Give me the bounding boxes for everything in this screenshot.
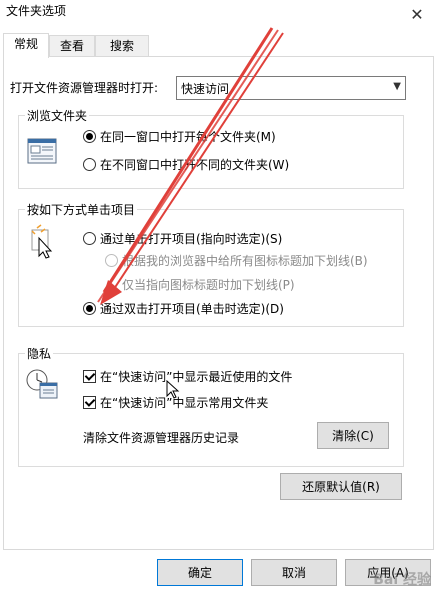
privacy-title: 隐私 xyxy=(25,345,54,362)
show-recent-files-checkbox[interactable]: 在“快速访问”中显示最近使用的文件 xyxy=(83,368,292,385)
frequent-folders-label: 在“快速访问”中显示常用文件夹 xyxy=(100,396,269,410)
close-button[interactable]: ✕ xyxy=(395,0,439,28)
open-explorer-select[interactable]: 快速访问 ▼ xyxy=(176,76,406,100)
radio-button-disabled[interactable] xyxy=(105,254,118,267)
clear-button[interactable]: 清除(C) xyxy=(317,422,389,449)
pointer-icon xyxy=(31,224,53,259)
single-click-label: 通过单击打开项目(指向时选定)(S) xyxy=(100,232,283,246)
general-panel: 打开文件资源管理器时打开: 快速访问 ▼ 浏览文件夹 在同一窗口中打开每个文件夹… xyxy=(3,56,434,550)
radio-button[interactable] xyxy=(83,158,96,171)
privacy-group: 隐私 在“快速访问”中显示最近使用的文件 在“快速访问”中显示常用文件夹 清除文… xyxy=(18,345,404,467)
clear-history-label: 清除文件资源管理器历史记录 xyxy=(83,431,240,445)
underline-all-label: 根据我的浏览器中给所有图标标题加下划线(B) xyxy=(122,254,368,268)
double-click-label: 通过双击打开项目(单击时选定)(D) xyxy=(100,302,284,316)
mouse-cursor-icon xyxy=(166,380,180,399)
radio-new-window[interactable]: 在不同窗口中打开不同的文件夹(W) xyxy=(83,156,289,173)
radio-button[interactable] xyxy=(83,232,96,245)
apply-button[interactable]: 应用(A) xyxy=(345,559,431,586)
click-items-title: 按如下方式单击项目 xyxy=(25,201,138,218)
radio-same-window[interactable]: 在同一窗口中打开每个文件夹(M) xyxy=(83,128,276,145)
radio-button-selected[interactable] xyxy=(83,130,96,143)
checkbox-checked[interactable] xyxy=(83,370,96,383)
radio-button-selected[interactable] xyxy=(83,302,96,315)
chevron-down-icon: ▼ xyxy=(393,81,401,92)
privacy-clock-icon xyxy=(26,369,58,399)
window-icon xyxy=(27,138,57,164)
tab-search[interactable]: 搜索 xyxy=(95,35,149,57)
click-items-group: 按如下方式单击项目 通过单击打开项目(指向时选定)(S) 根据我的浏览器中给所有… xyxy=(18,201,404,327)
open-explorer-label: 打开文件资源管理器时打开: xyxy=(10,81,159,95)
title-bar: 文件夹选项 ✕ xyxy=(0,0,439,30)
same-window-label: 在同一窗口中打开每个文件夹(M) xyxy=(100,130,276,144)
radio-underline-all[interactable]: 根据我的浏览器中给所有图标标题加下划线(B) xyxy=(105,252,368,269)
radio-underline-hover[interactable]: 仅当指向图标标题时加下划线(P) xyxy=(105,276,295,293)
close-icon: ✕ xyxy=(410,4,424,24)
window-title: 文件夹选项 xyxy=(6,4,67,18)
recent-files-label: 在“快速访问”中显示最近使用的文件 xyxy=(100,370,293,384)
ok-button[interactable]: 确定 xyxy=(157,559,243,586)
cancel-button[interactable]: 取消 xyxy=(251,559,337,586)
radio-double-click[interactable]: 通过双击打开项目(单击时选定)(D) xyxy=(83,300,284,317)
tab-view[interactable]: 查看 xyxy=(49,35,95,57)
new-window-label: 在不同窗口中打开不同的文件夹(W) xyxy=(100,158,290,172)
restore-defaults-button[interactable]: 还原默认值(R) xyxy=(280,473,402,500)
tab-general[interactable]: 常规 xyxy=(3,33,49,58)
radio-single-click[interactable]: 通过单击打开项目(指向时选定)(S) xyxy=(83,230,282,247)
underline-hover-label: 仅当指向图标标题时加下划线(P) xyxy=(122,278,295,292)
browse-folders-group: 浏览文件夹 在同一窗口中打开每个文件夹(M) 在不同窗口中打开不同的文件夹(W) xyxy=(18,107,404,189)
browse-folders-title: 浏览文件夹 xyxy=(25,107,90,124)
checkbox-checked[interactable] xyxy=(83,396,96,409)
open-explorer-value: 快速访问 xyxy=(181,82,230,96)
